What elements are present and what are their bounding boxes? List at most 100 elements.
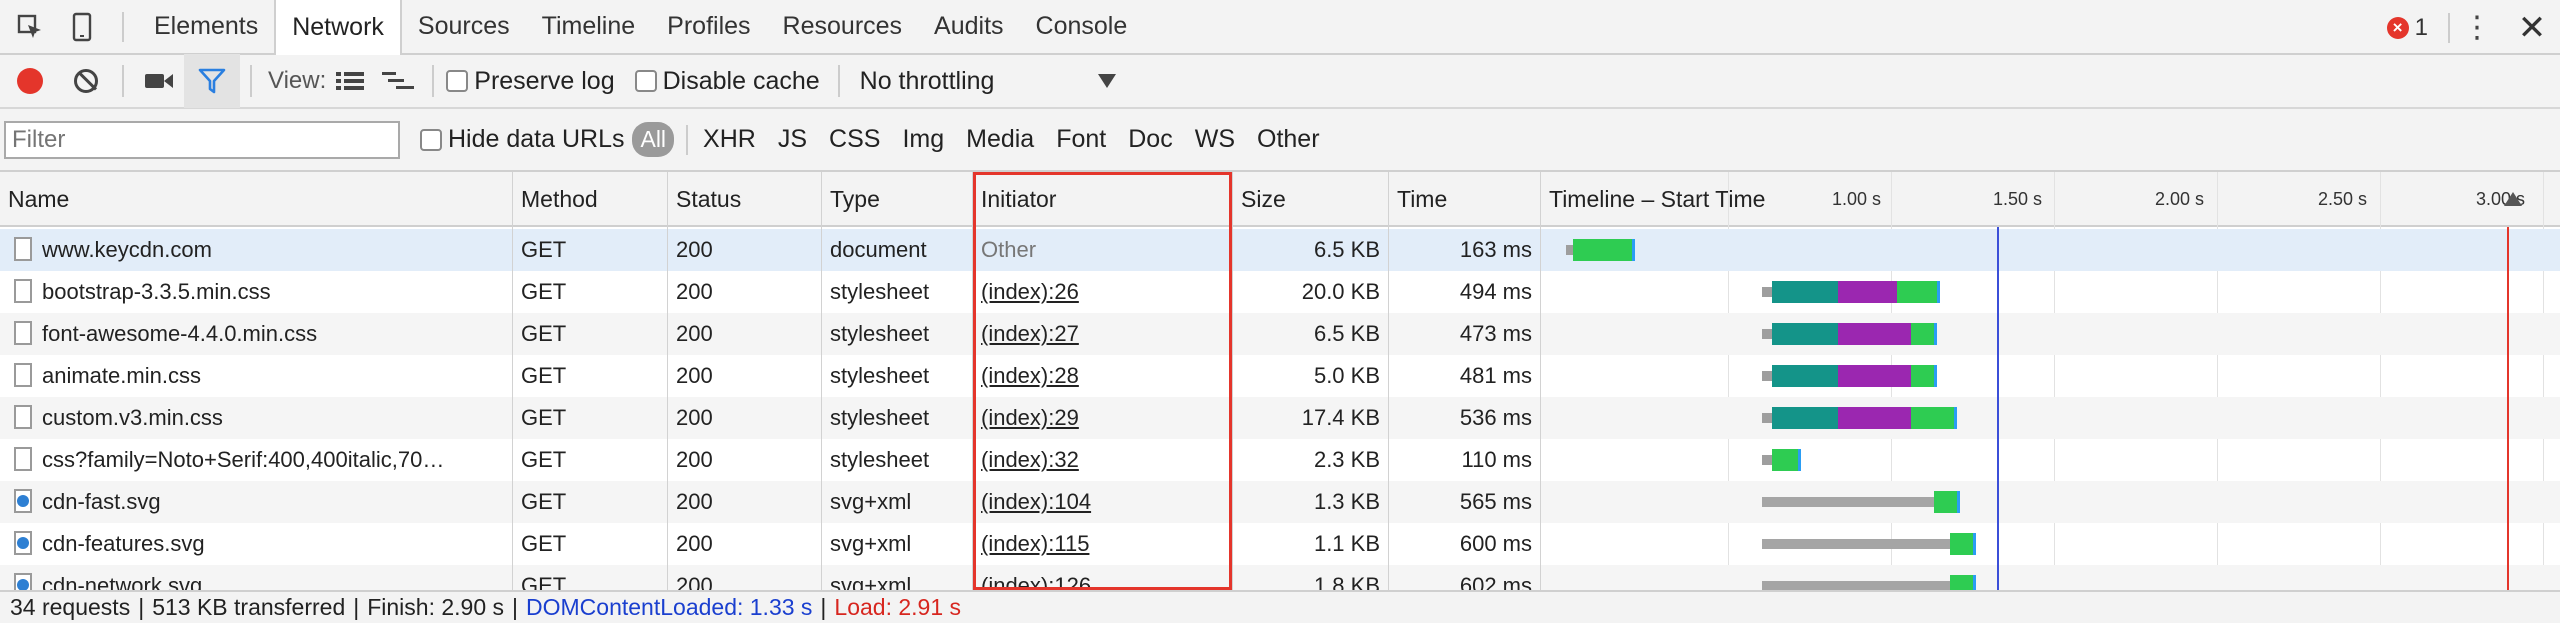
disable-cache-checkbox[interactable]: Disable cache	[634, 67, 820, 96]
cell-time: 565 ms	[1459, 489, 1532, 514]
column-divider[interactable]	[1388, 172, 1389, 590]
column-divider[interactable]	[1232, 172, 1233, 590]
table-row[interactable]: font-awesome-4.4.0.min.css GET 200 styleshe…	[0, 313, 2560, 355]
filter-type-media[interactable]: Media	[955, 125, 1045, 154]
filter-type-other[interactable]: Other	[1246, 125, 1331, 154]
cell-name: font-awesome-4.4.0.min.css	[0, 313, 512, 355]
clear-button[interactable]	[60, 54, 112, 108]
waterfall-bar-segment	[1762, 371, 1772, 381]
checkbox-box[interactable]	[634, 70, 657, 92]
column-header-initiator[interactable]: Initiator	[973, 172, 1056, 227]
waterfall-bar-segment	[1772, 281, 1838, 303]
column-header-type[interactable]: Type	[822, 172, 880, 227]
file-icon	[14, 237, 32, 262]
device-mode-icon[interactable]	[56, 0, 108, 54]
filter-type-all[interactable]: All	[632, 122, 675, 157]
column-header-timeline[interactable]: Timeline – Start Time	[1541, 172, 1765, 227]
table-row[interactable]: cdn-fast.svg GET 200 svg+xml (index):104 1.3 …	[0, 481, 2560, 523]
table-row[interactable]: css?family=Noto+Serif:400,400italic,70… G…	[0, 439, 2560, 481]
tab-network[interactable]: Network	[274, 0, 402, 56]
table-row[interactable]: cdn-network.svg GET 200 svg+xml (index):126 1…	[0, 565, 2560, 590]
checkbox-box[interactable]	[446, 70, 469, 92]
filter-type-ws[interactable]: WS	[1184, 125, 1246, 154]
table-row[interactable]: custom.v3.min.css GET 200 stylesheet (index)…	[0, 397, 2560, 439]
cell-method: GET	[521, 405, 567, 430]
cell-name: custom.v3.min.css	[0, 397, 512, 439]
table-row[interactable]: cdn-features.svg GET 200 svg+xml (index):115…	[0, 523, 2560, 565]
column-divider[interactable]	[821, 172, 822, 590]
cell-initiator[interactable]: (index):104	[973, 481, 1232, 523]
tab-elements[interactable]: Elements	[138, 0, 274, 54]
cell-size: 17.4 KB	[1301, 405, 1380, 430]
topbar-right: × 1 ⋮ ✕	[2386, 0, 2560, 55]
cell-time: 473 ms	[1459, 321, 1532, 346]
filter-type-css[interactable]: CSS	[818, 125, 891, 154]
record-icon	[17, 68, 43, 94]
table-row[interactable]: animate.min.css GET 200 stylesheet (index):2…	[0, 355, 2560, 397]
cell-initiator[interactable]: (index):126	[973, 565, 1232, 590]
filter-toggle-button[interactable]	[184, 54, 240, 108]
cell-initiator[interactable]: (index):28	[973, 355, 1232, 397]
checkbox-box[interactable]	[420, 128, 442, 151]
cell-initiator[interactable]: (index):29	[973, 397, 1232, 439]
request-name: custom.v3.min.css	[42, 405, 223, 430]
waterfall-bar-segment	[1762, 287, 1772, 297]
column-header-name[interactable]: Name	[0, 172, 69, 227]
cell-initiator[interactable]: (index):26	[973, 271, 1232, 313]
cell-initiator[interactable]: (index):27	[973, 313, 1232, 355]
filter-type-img[interactable]: Img	[891, 125, 955, 154]
waterfall-bar-segment	[1897, 281, 1937, 303]
view-label: View:	[268, 67, 327, 94]
record-button[interactable]	[0, 54, 60, 108]
capture-screenshots-button[interactable]	[134, 54, 184, 108]
tab-audits[interactable]: Audits	[918, 0, 1019, 54]
preserve-log-checkbox[interactable]: Preserve log	[446, 67, 615, 96]
column-divider[interactable]	[512, 172, 513, 590]
cell-status: 200	[676, 405, 713, 430]
overview-button[interactable]	[374, 54, 422, 108]
table-row[interactable]: www.keycdn.com GET 200 document Other 6.5 KB 1…	[0, 229, 2560, 271]
error-count[interactable]: 1	[2415, 14, 2428, 42]
error-icon[interactable]: ×	[2386, 16, 2409, 39]
hide-data-urls-checkbox[interactable]: Hide data URLs	[420, 125, 624, 154]
inspect-element-icon[interactable]	[4, 0, 56, 54]
dom-content-loaded-time: DOMContentLoaded: 1.33 s	[526, 594, 813, 620]
more-options-icon[interactable]: ⋮	[2450, 10, 2504, 45]
waterfall-bar-segment	[1934, 365, 1937, 387]
transferred-size: 513 KB transferred	[152, 594, 346, 620]
large-rows-button[interactable]	[326, 54, 374, 108]
throttling-select[interactable]: No throttling	[850, 67, 1130, 96]
cell-time: 481 ms	[1459, 363, 1532, 388]
tab-resources[interactable]: Resources	[767, 0, 919, 54]
filter-type-xhr[interactable]: XHR	[692, 125, 767, 154]
cell-status: 200	[676, 489, 713, 514]
tab-console[interactable]: Console	[1020, 0, 1144, 54]
close-icon[interactable]: ✕	[2504, 8, 2560, 48]
table-row[interactable]: bootstrap-3.3.5.min.css GET 200 stylesheet (…	[0, 271, 2560, 313]
filter-type-js[interactable]: JS	[767, 125, 818, 154]
cell-type: document	[830, 237, 927, 262]
timeline-sort-arrow-icon[interactable]	[2504, 192, 2522, 206]
tab-sources[interactable]: Sources	[402, 0, 526, 54]
tab-timeline[interactable]: Timeline	[526, 0, 652, 54]
filter-type-doc[interactable]: Doc	[1117, 125, 1183, 154]
column-divider[interactable]	[972, 172, 973, 590]
column-header-time[interactable]: Time	[1389, 172, 1447, 227]
cell-initiator[interactable]: (index):115	[973, 523, 1232, 565]
cell-status: 200	[676, 573, 713, 590]
column-header-size[interactable]: Size	[1233, 172, 1286, 227]
waterfall-bar-segment	[1950, 533, 1973, 555]
filter-bar: Hide data URLs All XHRJSCSSImgMediaFontDo…	[0, 109, 2560, 172]
filter-type-font[interactable]: Font	[1045, 125, 1117, 154]
cell-name: cdn-features.svg	[0, 523, 512, 565]
cell-initiator[interactable]: (index):32	[973, 439, 1232, 481]
filter-input[interactable]	[4, 120, 400, 159]
column-header-status[interactable]: Status	[668, 172, 741, 227]
column-header-method[interactable]: Method	[513, 172, 598, 227]
column-divider[interactable]	[1540, 172, 1541, 590]
file-icon	[14, 363, 32, 388]
cell-name: cdn-fast.svg	[0, 481, 512, 523]
request-name: font-awesome-4.4.0.min.css	[42, 321, 318, 346]
tab-profiles[interactable]: Profiles	[651, 0, 766, 54]
column-divider[interactable]	[667, 172, 668, 590]
